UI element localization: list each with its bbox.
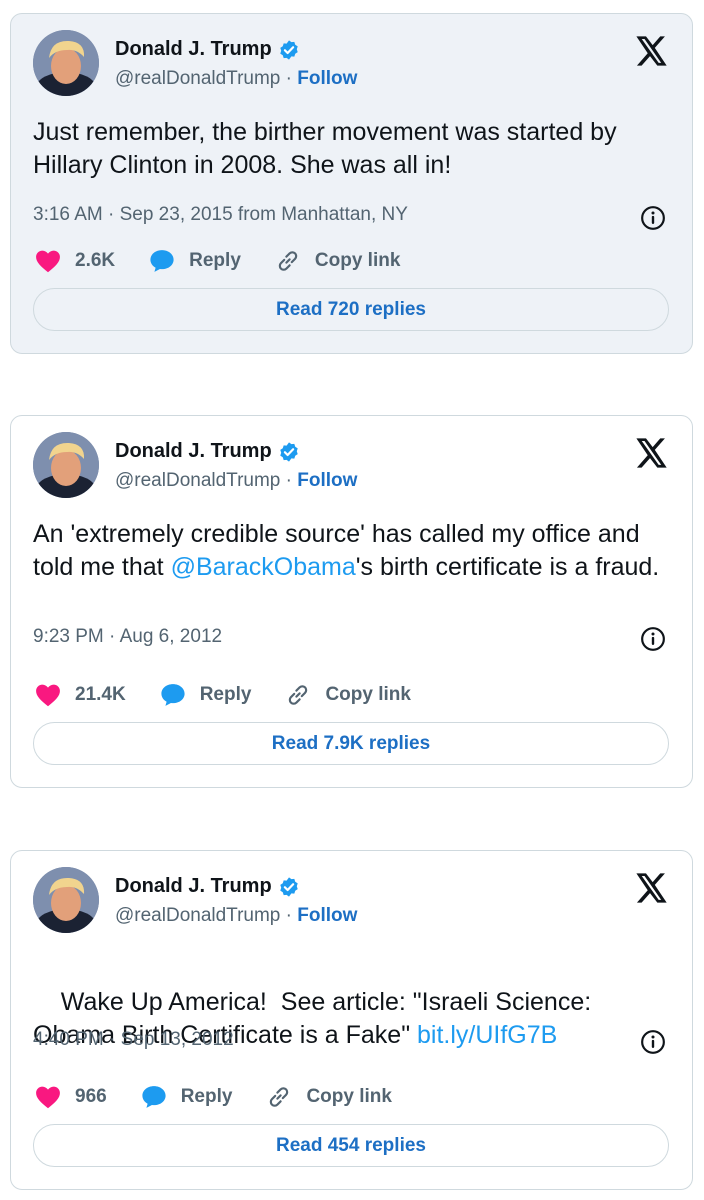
author-handle[interactable]: @realDonaldTrump xyxy=(115,68,280,89)
reply-bubble-icon xyxy=(150,250,174,272)
reply-button[interactable]: Reply xyxy=(141,1085,233,1109)
copy-link-label: Copy link xyxy=(325,684,411,705)
tweet-card: Donald J. Trump @realDonaldTrump · Follo… xyxy=(10,13,693,354)
reply-button[interactable]: Reply xyxy=(160,683,252,707)
like-button[interactable]: 2.6K xyxy=(35,249,115,273)
verified-badge-icon xyxy=(279,441,298,462)
reply-label: Reply xyxy=(180,1086,233,1107)
heart-icon xyxy=(36,1086,60,1109)
author-handle[interactable]: @realDonaldTrump xyxy=(115,470,280,491)
copy-link-button[interactable]: Copy link xyxy=(285,682,411,708)
tweet-text: Just remember, the birther movement was … xyxy=(33,116,673,182)
reply-bubble-icon xyxy=(142,1086,166,1108)
follow-button[interactable]: Follow xyxy=(297,68,357,89)
like-button[interactable]: 966 xyxy=(35,1085,107,1109)
tweet-text-part: 's birth certificate is a fraud. xyxy=(355,553,660,581)
tweet-text: Wake Up America! See article: "Israeli S… xyxy=(33,953,673,1085)
info-icon[interactable] xyxy=(640,1029,666,1055)
author-name[interactable]: Donald J. Trump xyxy=(115,875,272,898)
tweet-timestamp[interactable]: 9:23 PM · Aug 6, 2012 xyxy=(33,626,222,648)
link-icon xyxy=(278,251,298,271)
info-icon[interactable] xyxy=(640,626,666,652)
tweet-timestamp[interactable]: 3:16 AM · Sep 23, 2015 from Manhattan, N… xyxy=(33,204,408,226)
link-icon xyxy=(270,1087,289,1107)
info-icon[interactable] xyxy=(640,205,666,231)
x-logo-icon[interactable] xyxy=(636,36,668,66)
separator: · xyxy=(280,905,298,926)
reply-label: Reply xyxy=(189,250,241,271)
copy-link-label: Copy link xyxy=(306,1086,392,1107)
reply-button[interactable]: Reply xyxy=(149,249,241,273)
author-name[interactable]: Donald J. Trump xyxy=(115,38,272,61)
separator: · xyxy=(280,470,298,491)
handle-row: @realDonaldTrump · Follow xyxy=(115,470,357,492)
reply-bubble-icon xyxy=(161,684,185,706)
link-icon xyxy=(289,685,308,705)
heart-icon xyxy=(36,684,60,707)
copy-link-button[interactable]: Copy link xyxy=(275,248,401,274)
like-count: 21.4K xyxy=(75,684,126,705)
read-replies-button[interactable]: Read 454 replies xyxy=(33,1124,669,1167)
avatar[interactable] xyxy=(33,867,99,933)
follow-button[interactable]: Follow xyxy=(297,905,357,926)
reply-label: Reply xyxy=(199,684,252,705)
tweet-card: Donald J. Trump @realDonaldTrump · Follo… xyxy=(10,415,693,788)
copy-link-label: Copy link xyxy=(314,250,401,271)
like-count: 966 xyxy=(75,1086,107,1107)
article-link[interactable]: bit.ly/UIfG7B xyxy=(417,1021,557,1049)
x-logo-icon[interactable] xyxy=(636,873,668,903)
author-name[interactable]: Donald J. Trump xyxy=(115,440,272,463)
read-replies-button[interactable]: Read 720 replies xyxy=(33,288,669,331)
action-bar: 2.6K Reply Copy link xyxy=(35,248,434,274)
author-handle[interactable]: @realDonaldTrump xyxy=(115,905,280,926)
like-count: 2.6K xyxy=(75,250,116,271)
verified-badge-icon xyxy=(279,876,298,897)
action-bar: 21.4K Reply Copy link xyxy=(35,682,445,708)
read-replies-button[interactable]: Read 7.9K replies xyxy=(33,722,669,765)
handle-row: @realDonaldTrump · Follow xyxy=(115,905,357,927)
tweet-text-part: Just remember, the birther movement was … xyxy=(33,118,617,179)
action-bar: 966 Reply Copy link xyxy=(35,1084,426,1110)
tweet-text: An 'extremely credible source' has calle… xyxy=(33,518,673,584)
like-button[interactable]: 21.4K xyxy=(35,683,126,707)
separator: · xyxy=(280,68,298,89)
avatar[interactable] xyxy=(33,432,99,498)
heart-icon xyxy=(36,250,60,273)
verified-badge-icon xyxy=(279,39,298,60)
copy-link-button[interactable]: Copy link xyxy=(266,1084,392,1110)
avatar[interactable] xyxy=(33,30,99,96)
handle-row: @realDonaldTrump · Follow xyxy=(115,68,357,90)
mention-link[interactable]: @BarackObama xyxy=(171,553,356,581)
follow-button[interactable]: Follow xyxy=(297,470,357,491)
x-logo-icon[interactable] xyxy=(636,438,668,468)
tweet-timestamp[interactable]: 4:40 PM · Sep 13, 2012 xyxy=(33,1029,234,1051)
tweet-card: Donald J. Trump @realDonaldTrump · Follo… xyxy=(10,850,693,1190)
